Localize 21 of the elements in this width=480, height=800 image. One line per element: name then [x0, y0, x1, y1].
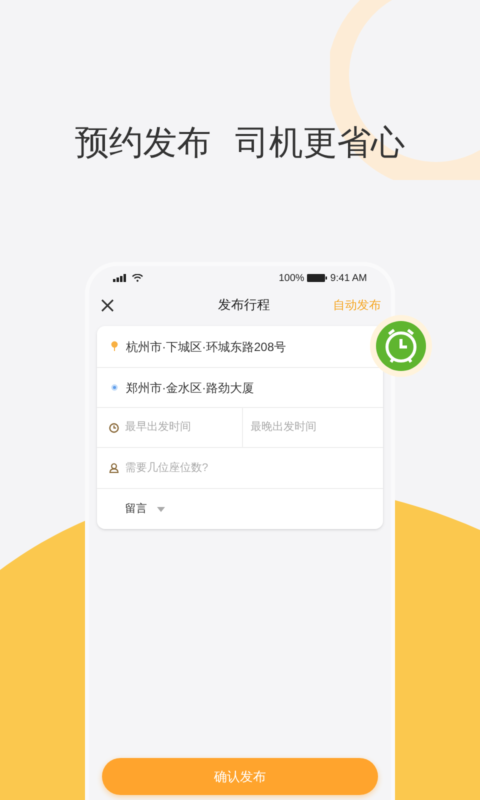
- person-icon: [109, 463, 119, 473]
- close-button[interactable]: [99, 297, 115, 313]
- destination-dot-icon: [111, 384, 118, 391]
- headline-text: 预约发布: [75, 123, 211, 164]
- destination-address[interactable]: 郑州市·金水区·路劲大厦: [126, 378, 254, 396]
- signal-icon: [113, 274, 127, 282]
- location-pin-icon: [111, 341, 118, 352]
- battery-percent: 100%: [278, 272, 304, 286]
- page-title: 发布行程: [218, 296, 270, 314]
- wifi-icon: [132, 274, 143, 282]
- caret-icon: [157, 506, 165, 512]
- message-dropdown[interactable]: 留言: [97, 489, 383, 529]
- headline-text: 司机更省心: [235, 123, 405, 164]
- status-time: 9:41 AM: [330, 272, 367, 286]
- earliest-time-field[interactable]: 最早出发时间: [125, 419, 235, 436]
- origin-address[interactable]: 杭州市·下城区·环城东路208号: [126, 338, 286, 356]
- seats-field[interactable]: 需要几位座位数?: [125, 460, 325, 476]
- close-icon: [100, 298, 114, 312]
- latest-time-field[interactable]: 最晚出发时间: [250, 419, 360, 436]
- clock-icon: [109, 422, 119, 432]
- battery-icon: [307, 274, 328, 282]
